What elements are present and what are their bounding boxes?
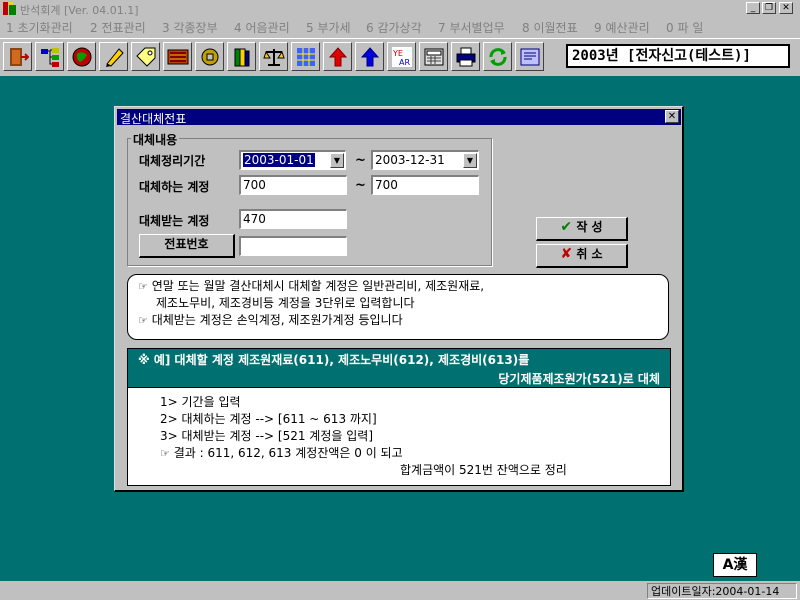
close-window-button[interactable]: ✕ [779, 2, 793, 14]
window-title: 반석회계 [Ver. 04.01.1] [20, 4, 139, 17]
books-icon [234, 48, 249, 66]
menu-item-7[interactable]: 7 부서별업무 [438, 19, 505, 36]
example-result: 합계금액이 521번 잔액으로 정리 [400, 463, 567, 477]
menu-item-2[interactable]: 2 전표관리 [90, 19, 146, 36]
x-icon: ✘ [560, 246, 573, 262]
menu-item-6[interactable]: 6 감가상각 [366, 19, 422, 36]
calculator-button[interactable] [419, 42, 448, 71]
dialog-title: 결산대체전표 [120, 112, 187, 126]
menu-item-4[interactable]: 4 어음관리 [234, 19, 290, 36]
pencil-icon [105, 47, 124, 67]
ime-toggle-button[interactable]: A漢 [713, 553, 757, 577]
range-separator: ~ [355, 153, 366, 168]
tag-icon [135, 47, 155, 67]
menu-item-1[interactable]: 1 초기화관리 [6, 19, 73, 36]
globe-icon [72, 47, 91, 66]
example-step: 2> 대체하는 계정 --> [611 ~ 613 까지] [160, 412, 377, 426]
year-button[interactable]: YE AR [387, 42, 416, 71]
range-separator: ~ [355, 178, 366, 193]
menu-item-8[interactable]: 8 이월전표 [522, 19, 578, 36]
from-account-start-input[interactable]: 700 [239, 175, 347, 195]
prev-button[interactable] [323, 42, 352, 71]
printer-button[interactable] [451, 42, 480, 71]
info-line: ☞ 대체받는 계정은 손익계정, 제조원가계정 등입니다 [138, 313, 403, 327]
menu-item-3[interactable]: 3 각종장부 [162, 19, 218, 36]
example-body: 1> 기간을 입력 2> 대체하는 계정 --> [611 ~ 613 까지] … [127, 388, 671, 486]
grid-button[interactable] [291, 42, 320, 71]
example-header-line: ※ 예] 대체할 계정 제조원재료(611), 제조노무비(612), 제조경비… [138, 353, 530, 367]
group-title: 대체내용 [131, 131, 180, 148]
menu-item-5[interactable]: 5 부가세 [306, 19, 351, 36]
coin-icon [201, 48, 218, 65]
menu-item-9[interactable]: 9 예산관리 [594, 19, 650, 36]
info-line: 제조노무비, 제조경비등 계정을 3단위로 입력합니다 [156, 296, 415, 310]
to-account-label: 대체받는 계정 [139, 214, 210, 228]
exit-icon [9, 47, 29, 66]
info-line: ☞ 연말 또는 월말 결산대체시 대체할 계정은 일반관리비, 제조원재료, [138, 279, 485, 293]
books-button[interactable] [227, 42, 256, 71]
chevron-down-icon[interactable]: ▼ [330, 153, 344, 168]
year-icon: YEAR [391, 46, 412, 67]
scale-icon [262, 48, 285, 66]
app-logo-icon [3, 2, 16, 15]
status-bar: 업데이트일자:2004-01-14 [0, 582, 800, 600]
from-account-end-input[interactable]: 700 [371, 175, 479, 195]
pencil-button[interactable] [99, 42, 128, 71]
document-button[interactable] [515, 42, 544, 71]
note-icon: ☞ [138, 314, 148, 327]
dialog-close-button[interactable]: ✕ [665, 110, 679, 123]
example-step: 1> 기간을 입력 [160, 395, 241, 409]
scale-button[interactable] [259, 42, 288, 71]
example-step: 3> 대체받는 계정 --> [521 계정을 입력] [160, 429, 373, 443]
dialog-title-bar: 결산대체전표 ✕ [117, 109, 681, 126]
title-bar: 반석회계 [Ver. 04.01.1] _ ❐ ✕ [0, 0, 800, 17]
voucher-number-input[interactable] [239, 236, 347, 256]
next-button[interactable] [355, 42, 384, 71]
chevron-down-icon[interactable]: ▼ [463, 153, 477, 168]
arrow-up-red-icon [328, 46, 347, 66]
coin-button[interactable] [195, 42, 224, 71]
restore-button[interactable]: ❐ [762, 2, 776, 14]
svg-text:YE: YE [392, 49, 403, 58]
period-from-select[interactable]: 2003-01-01 ▼ [239, 150, 346, 170]
note-icon: ☞ [160, 447, 170, 460]
globe-button[interactable] [67, 42, 96, 71]
company-year-display: 2003년 [전자신고(테스트)] [566, 44, 790, 68]
check-icon: ✔ [560, 219, 573, 235]
grid-icon [296, 47, 315, 66]
example-header-line: 당기제품제조원가(521)로 대체 [498, 372, 660, 386]
voucher-number-button[interactable]: 전표번호 [139, 234, 235, 258]
cancel-button[interactable]: ✘ 취 소 [536, 244, 628, 268]
arrow-up-blue-icon [360, 46, 379, 66]
exit-button[interactable] [3, 42, 32, 71]
minimize-button[interactable]: _ [746, 2, 760, 14]
from-account-label: 대체하는 계정 [139, 180, 210, 194]
document-icon [520, 48, 539, 65]
tag-button[interactable] [131, 42, 160, 71]
period-to-select[interactable]: 2003-12-31 ▼ [371, 150, 479, 170]
menu-bar: 1 초기화관리 2 전표관리 3 각종장부 4 어음관리 5 부가세 6 감가상… [0, 17, 800, 36]
example-header: ※ 예] 대체할 계정 제조원재료(611), 제조노무비(612), 제조경비… [127, 348, 671, 388]
printer-icon [456, 47, 475, 66]
org-chart-icon [40, 47, 59, 67]
abacus-icon [167, 49, 188, 64]
info-panel: ☞ 연말 또는 월말 결산대체시 대체할 계정은 일반관리비, 제조원재료, 제… [127, 274, 669, 340]
update-date-status: 업데이트일자:2004-01-14 [647, 583, 797, 599]
period-label: 대체정리기간 [139, 154, 206, 168]
svg-text:AR: AR [399, 58, 410, 67]
example-result: ☞ 결과 : 611, 612, 613 계정잔액은 0 이 되고 [160, 446, 403, 460]
org-chart-button[interactable] [35, 42, 64, 71]
calculator-icon [424, 48, 443, 65]
refresh-button[interactable] [483, 42, 512, 71]
note-icon: ☞ [138, 280, 148, 293]
closing-transfer-dialog: 결산대체전표 ✕ 대체내용 대체정리기간 2003-01-01 ▼ ~ 2003… [114, 106, 684, 492]
to-account-input[interactable]: 470 [239, 209, 347, 229]
refresh-icon [489, 47, 506, 66]
create-button[interactable]: ✔ 작 성 [536, 217, 628, 241]
abacus-button[interactable] [163, 42, 192, 71]
menu-item-0[interactable]: 0 파 일 [666, 19, 703, 36]
